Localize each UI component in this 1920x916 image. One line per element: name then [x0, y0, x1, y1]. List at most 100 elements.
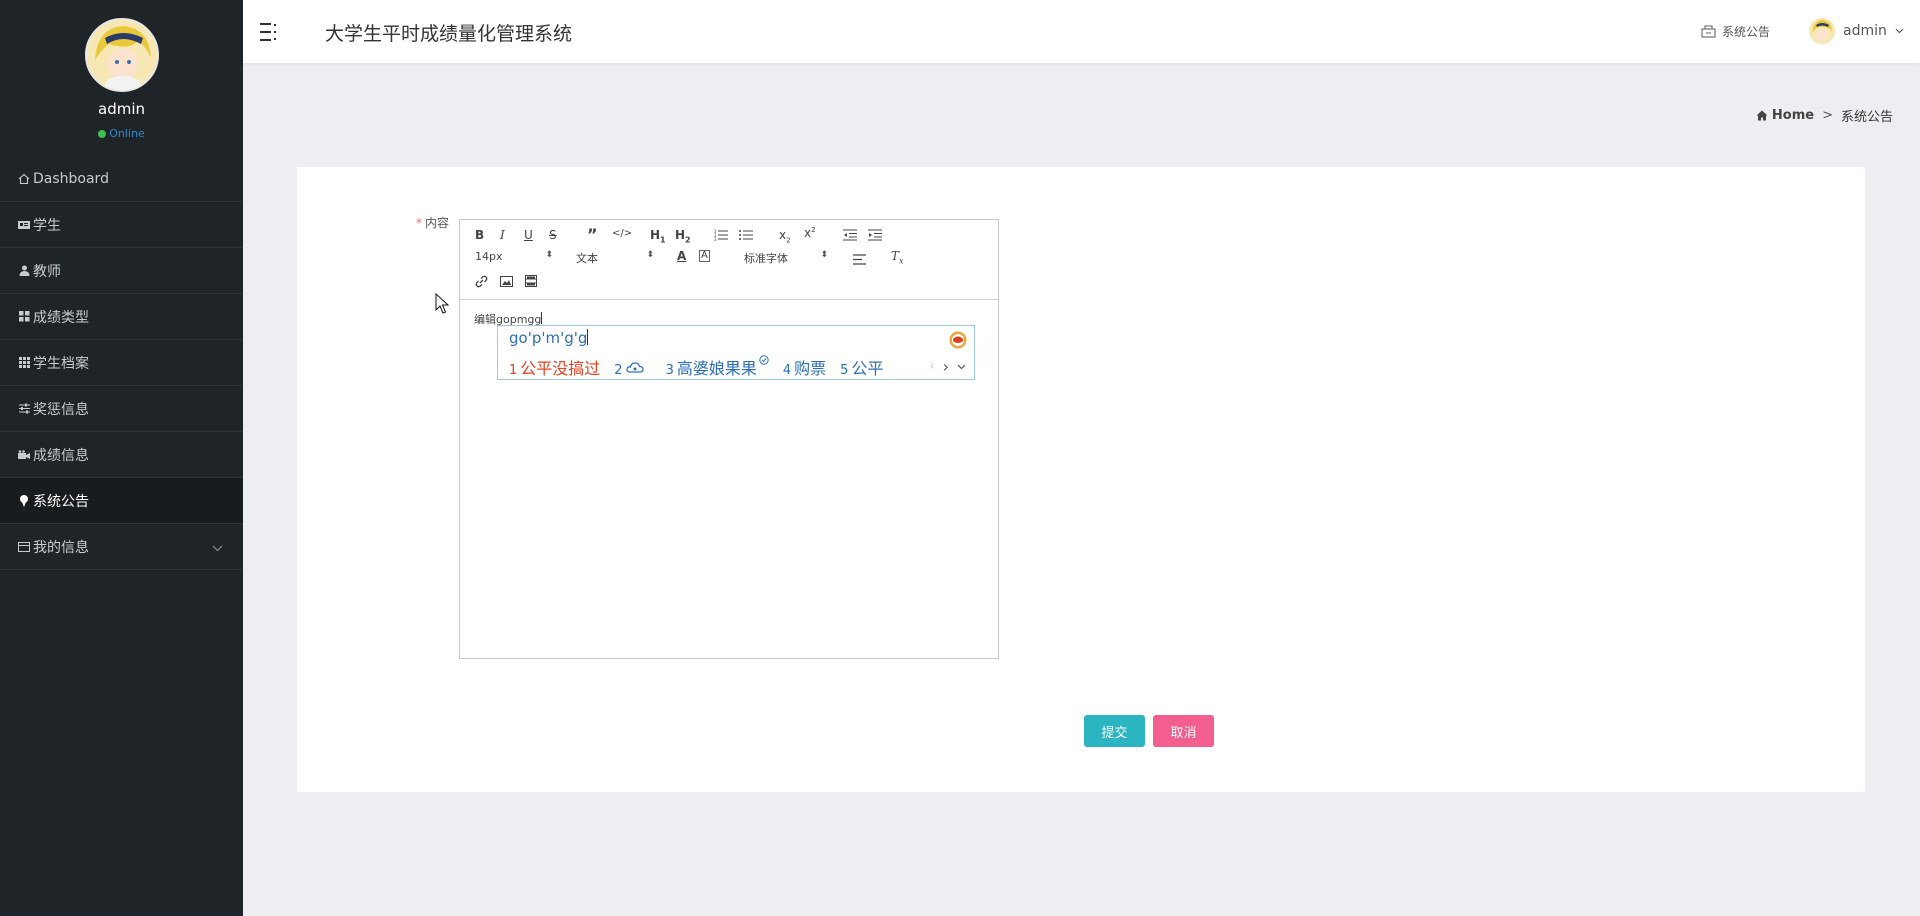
cloud-candidate-icon: [625, 359, 644, 378]
caret-down-icon: [1895, 28, 1904, 34]
font-color-icon[interactable]: A: [677, 249, 686, 263]
select-arrows-icon: ⬍: [820, 250, 828, 260]
superscript-icon[interactable]: x2: [804, 226, 816, 240]
sliders-icon: [17, 402, 31, 416]
video-icon[interactable]: [523, 273, 539, 289]
breadcrumb-current: 系统公告: [1840, 110, 1893, 125]
verified-icon: [759, 355, 769, 365]
sidebar-item-label: 成绩信息: [33, 447, 89, 464]
paragraph-format-value: 文本: [576, 252, 598, 265]
breadcrumb-home-link[interactable]: Home: [1772, 108, 1814, 123]
sidebar-item-announcements[interactable]: 系统公告: [0, 478, 243, 524]
outdent-icon[interactable]: [842, 227, 858, 243]
font-size-value: 14px: [475, 250, 503, 263]
candidate-text: 公平没搞过: [520, 359, 601, 378]
sidebar-item-scores[interactable]: 成绩信息: [0, 432, 243, 478]
sidebar: admin Online Dashboard 学生 教师 成绩类型 学生档案 奖…: [0, 0, 243, 916]
app-title: 大学生平时成绩量化管理系统: [325, 23, 573, 45]
sidebar-item-label: 学生档案: [33, 355, 89, 372]
font-family-value: 标准字体: [744, 252, 788, 265]
blockquote-icon[interactable]: ”: [587, 225, 598, 244]
code-block-icon[interactable]: </>: [612, 228, 632, 239]
required-mark: *: [416, 216, 422, 230]
user-icon: [17, 264, 31, 278]
font-size-select[interactable]: 14px ⬍: [475, 250, 553, 263]
sidebar-item-label: 奖惩信息: [33, 401, 89, 418]
sidebar-item-label: 教师: [33, 263, 61, 280]
sidebar-item-label: 我的信息: [33, 539, 89, 556]
ime-candidates: 1 公平没搞过 2 3 高婆娘果果 4 购票 5 公平: [509, 355, 897, 379]
avatar: [1809, 18, 1835, 44]
bold-icon[interactable]: B: [475, 228, 484, 242]
notice-box-icon: [1701, 25, 1716, 38]
sidebar-menu: Dashboard 学生 教师 成绩类型 学生档案 奖惩信息 成绩信息 系统公告…: [0, 156, 243, 570]
indent-icon[interactable]: [867, 227, 883, 243]
text-caret: [587, 329, 589, 345]
candidate-text: 公平: [851, 359, 884, 378]
header-user-menu[interactable]: admin: [1809, 18, 1904, 44]
candidate-number: 3: [665, 363, 674, 378]
header-notice-link[interactable]: 系统公告: [1701, 23, 1770, 40]
sidebar-item-student-records[interactable]: 学生档案: [0, 340, 243, 386]
sidebar-item-students[interactable]: 学生: [0, 202, 243, 248]
next-page-icon[interactable]: ›: [943, 357, 949, 376]
header-username: admin: [1843, 23, 1887, 39]
ime-candidate[interactable]: 2: [614, 359, 665, 378]
underline-icon[interactable]: U: [524, 228, 533, 242]
candidate-number: 4: [782, 363, 792, 378]
heading2-icon[interactable]: H2: [675, 228, 691, 244]
italic-icon[interactable]: I: [500, 228, 505, 242]
link-icon[interactable]: [473, 273, 489, 289]
pin-icon: [17, 494, 31, 508]
submit-button[interactable]: 提交: [1084, 715, 1145, 747]
breadcrumb-separator: >: [1822, 108, 1833, 123]
select-arrows-icon: ⬍: [545, 250, 553, 260]
ordered-list-icon[interactable]: 123: [713, 227, 729, 243]
sidebar-item-score-types[interactable]: 成绩类型: [0, 294, 243, 340]
expand-candidates-icon[interactable]: [957, 364, 966, 370]
sidebar-item-label: 成绩类型: [33, 309, 89, 326]
clear-format-icon[interactable]: Tx: [891, 249, 904, 265]
breadcrumb: Home > 系统公告: [1756, 106, 1893, 125]
sidebar-item-rewards[interactable]: 奖惩信息: [0, 386, 243, 432]
image-icon[interactable]: [498, 273, 514, 289]
sidebar-item-label: Dashboard: [33, 170, 109, 187]
editor-toolbar: B I U S ” </> H1 H2 123 x2 x2 14px ⬍ 文本 …: [460, 220, 998, 300]
avatar[interactable]: [85, 18, 159, 92]
sidebar-item-my-info[interactable]: 我的信息: [0, 524, 243, 570]
notice-label: 系统公告: [1722, 25, 1771, 39]
id-card-icon: [17, 218, 31, 232]
strikethrough-icon[interactable]: S: [549, 228, 557, 242]
sidebar-item-label: 学生: [33, 217, 61, 234]
ime-candidate-popup: go'p'm'g'g 1 公平没搞过 2 3 高婆娘果果 4 购票 5 公平 ‹ ›: [497, 325, 975, 380]
cancel-button[interactable]: 取消: [1153, 715, 1214, 747]
ime-candidate[interactable]: 1 公平没搞过: [509, 355, 614, 379]
home-icon: [17, 172, 31, 186]
font-family-select[interactable]: 标准字体 ⬍: [744, 250, 828, 266]
bullet-list-icon[interactable]: [738, 227, 754, 243]
ime-candidate[interactable]: 3 高婆娘果果: [666, 355, 783, 379]
background-color-icon[interactable]: A: [699, 250, 710, 262]
ime-candidate[interactable]: 5 公平: [840, 355, 897, 379]
ime-composition-text: go'p'm'g'g: [509, 329, 588, 347]
heading1-icon[interactable]: H1: [650, 228, 666, 244]
candidate-text: 高婆娘果果: [676, 359, 757, 378]
sidebar-username: admin: [98, 100, 145, 118]
paragraph-format-select[interactable]: 文本 ⬍: [576, 250, 654, 266]
online-status: Online: [0, 127, 243, 140]
align-icon[interactable]: [851, 251, 867, 267]
prev-page-icon[interactable]: ‹: [929, 359, 934, 374]
menu-toggle-icon[interactable]: [259, 21, 279, 47]
home-icon: [1756, 110, 1768, 121]
sidebar-item-label: 系统公告: [33, 493, 89, 510]
sidebar-item-dashboard[interactable]: Dashboard: [0, 156, 243, 202]
sidebar-item-teachers[interactable]: 教师: [0, 248, 243, 294]
select-arrows-icon: ⬍: [646, 250, 654, 260]
online-dot-icon: [98, 130, 107, 138]
chevron-down-icon: [212, 540, 223, 556]
card-icon: [17, 540, 31, 554]
ime-logo-icon[interactable]: [949, 331, 967, 349]
svg-text:3: 3: [714, 237, 717, 241]
subscript-icon[interactable]: x2: [779, 228, 791, 244]
ime-candidate[interactable]: 4 购票: [783, 355, 840, 379]
